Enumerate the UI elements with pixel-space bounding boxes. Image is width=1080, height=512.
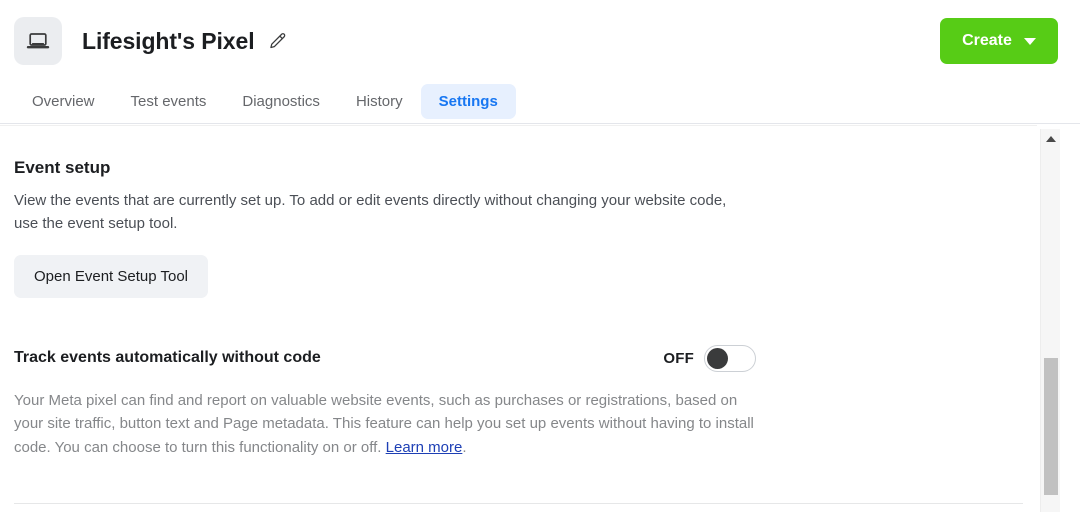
track-events-toggle[interactable]: OFF (663, 344, 756, 372)
chevron-down-icon (1023, 37, 1036, 45)
track-events-title: Track events automatically without code (14, 349, 321, 367)
page-title: Lifesight's Pixel (82, 27, 255, 54)
event-setup-description: View the events that are currently set u… (14, 192, 727, 232)
description-suffix: . (462, 438, 467, 456)
toggle-knob (707, 347, 728, 369)
tab-overview[interactable]: Overview (14, 84, 113, 119)
open-event-setup-tool-button[interactable]: Open Event Setup Tool (14, 254, 208, 298)
tab-test-events[interactable]: Test events (113, 84, 225, 119)
vertical-scrollbar[interactable] (1040, 129, 1060, 512)
page-header: Lifesight's Pixel Create Overview Test e… (0, 0, 1080, 124)
settings-content-panel: Event setup View the events that are cur… (0, 125, 1037, 512)
tab-history[interactable]: History (338, 84, 421, 119)
track-events-toggle-row: Track events automatically without code … (14, 344, 756, 372)
laptop-icon (14, 17, 62, 65)
create-button-label: Create (962, 32, 1012, 49)
title-row: Lifesight's Pixel (14, 16, 287, 66)
section-divider (14, 503, 1023, 504)
event-setup-title: Event setup (14, 158, 111, 177)
learn-more-link[interactable]: Learn more (386, 439, 463, 456)
pencil-icon[interactable] (267, 31, 287, 51)
event-setup-section: Event setup View the events that are cur… (14, 158, 1023, 298)
track-events-description: Your Meta pixel can find and report on v… (14, 389, 762, 460)
pixel-settings-page: Lifesight's Pixel Create Overview Test e… (0, 0, 1080, 512)
settings-content-inner: Event setup View the events that are cur… (0, 126, 1037, 504)
toggle-switch[interactable] (704, 344, 756, 372)
track-events-section: Track events automatically without code … (14, 344, 1023, 460)
track-events-description-text: Your Meta pixel can find and report on v… (14, 391, 754, 456)
tab-settings[interactable]: Settings (420, 84, 516, 119)
scroll-thumb[interactable] (1044, 358, 1058, 495)
tab-diagnostics[interactable]: Diagnostics (224, 84, 338, 119)
scroll-up-arrow-icon[interactable] (1045, 136, 1056, 142)
create-button[interactable]: Create (940, 18, 1058, 64)
toggle-state-label: OFF (663, 349, 694, 367)
tab-bar: Overview Test events Diagnostics History… (14, 84, 516, 119)
